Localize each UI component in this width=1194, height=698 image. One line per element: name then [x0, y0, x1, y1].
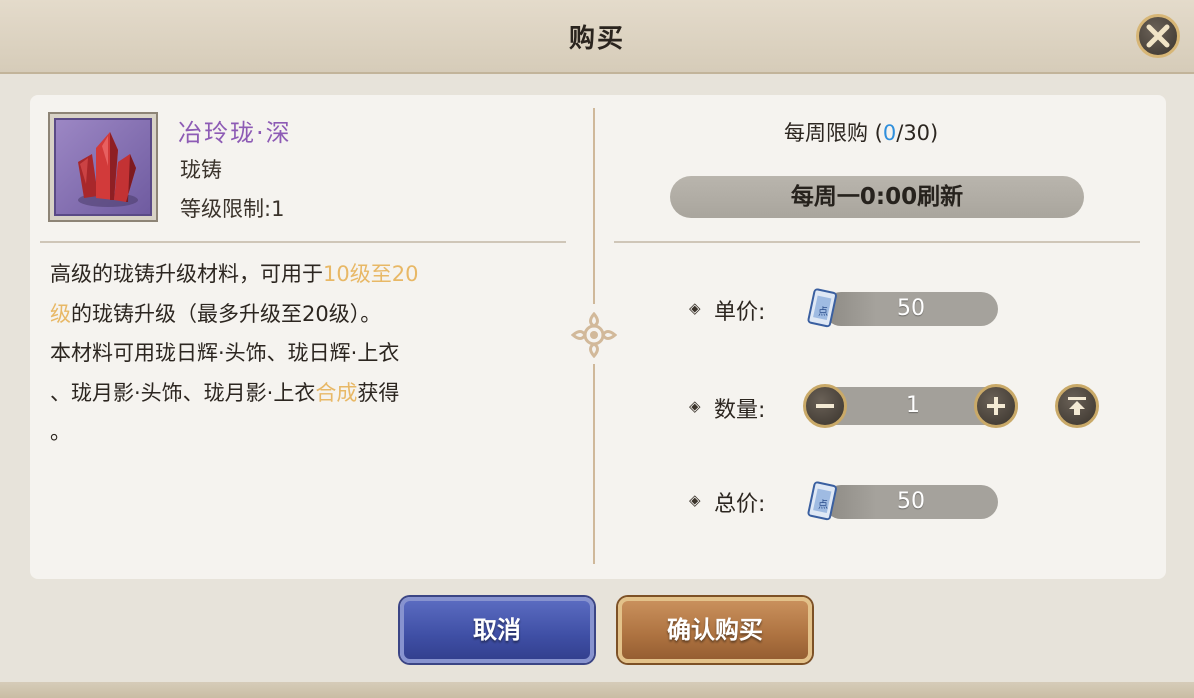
description-line: 、珑月影·头饰、珑月影·上衣合成获得: [50, 380, 400, 405]
weekly-current: 0: [882, 121, 897, 145]
max-arrow-icon: [1068, 397, 1086, 415]
description-line: 。: [50, 420, 71, 444]
plus-icon: [987, 397, 1005, 415]
confirm-purchase-button[interactable]: 确认购买: [618, 597, 812, 663]
bullet-icon: ◈: [689, 491, 701, 509]
dialog-title: 购买: [568, 24, 625, 54]
unit-price-value: 50: [824, 292, 998, 326]
cancel-button[interactable]: 取消: [400, 597, 594, 663]
item-icon-frame: [48, 112, 158, 222]
divider: [40, 241, 566, 243]
item-type: 珑铸: [180, 158, 222, 182]
item-name: 冶玲珑·深: [178, 119, 292, 147]
vertical-divider: [593, 364, 595, 564]
weekly-limit: 每周限购 (0/30): [784, 121, 939, 145]
quantity-label: 数量:: [714, 398, 766, 423]
vertical-divider: [593, 108, 595, 304]
red-crystal-icon: [78, 132, 138, 207]
divider: [614, 241, 1140, 243]
description-line: 级的珑铸升级（最多升级至20级）。: [50, 301, 382, 326]
coupon-ticket-icon: 点: [807, 288, 837, 328]
item-level-limit: 等级限制:1: [180, 197, 285, 221]
svg-text:点: 点: [818, 306, 828, 318]
coupon-ticket-icon: 点: [807, 481, 837, 521]
dialog-footer: [0, 682, 1194, 698]
ornament-icon: [571, 312, 617, 358]
description-line: 高级的珑铸升级材料，可用于10级至20: [50, 262, 419, 286]
bullet-icon: ◈: [689, 299, 701, 317]
unit-price-label: 单价:: [714, 300, 766, 325]
minus-icon: [816, 404, 834, 408]
total-price-label: 总价:: [714, 492, 766, 517]
total-price-value: 50: [824, 485, 998, 519]
close-button[interactable]: [1136, 14, 1180, 58]
description-line: 本材料可用珑日辉·头饰、珑日辉·上衣: [50, 341, 400, 365]
bullet-icon: ◈: [689, 397, 701, 415]
close-icon: [1146, 24, 1170, 48]
svg-text:点: 点: [818, 499, 828, 511]
max-quantity-button[interactable]: [1055, 384, 1099, 428]
item-description: 高级的珑铸升级材料，可用于10级至20 级的珑铸升级（最多升级至20级）。 本材…: [50, 255, 550, 453]
decrease-button[interactable]: [803, 384, 847, 428]
refresh-notice: 每周一0:00刷新: [670, 176, 1084, 218]
increase-button[interactable]: [974, 384, 1018, 428]
